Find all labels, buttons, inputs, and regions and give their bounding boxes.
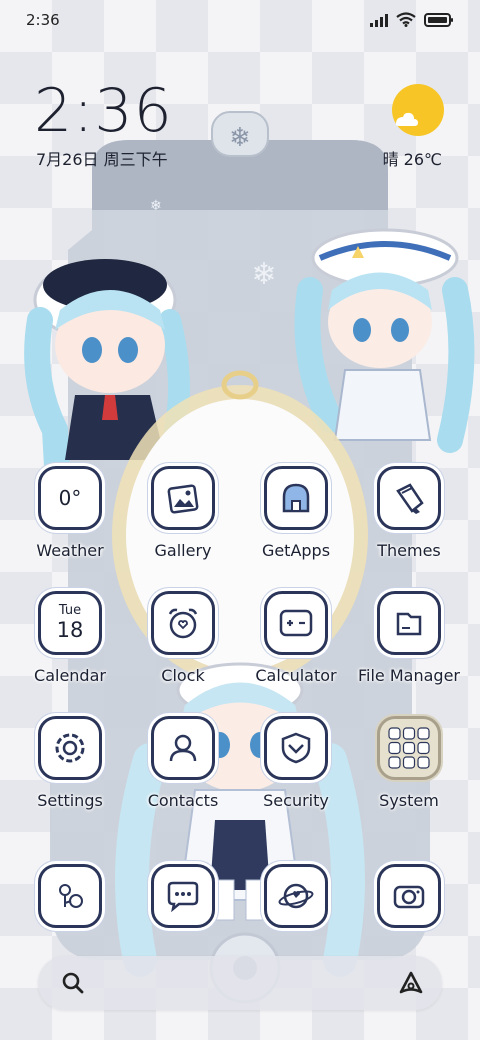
dock-phone[interactable] xyxy=(15,864,125,928)
sun-cloud-icon[interactable] xyxy=(392,84,444,136)
app-system-folder[interactable]: System xyxy=(354,716,464,810)
app-label: Contacts xyxy=(147,791,219,810)
app-weather[interactable]: 0° Weather xyxy=(15,466,125,560)
file-manager-icon[interactable] xyxy=(377,591,441,655)
flower-phone-glyph xyxy=(59,884,83,908)
phone-icon[interactable] xyxy=(38,864,102,928)
folder-grid-glyph xyxy=(388,727,430,769)
app-label: Clock xyxy=(161,666,205,685)
calculator-glyph xyxy=(279,609,313,637)
assistant-icon[interactable] xyxy=(398,970,424,996)
system-folder-icon[interactable] xyxy=(377,716,441,780)
settings-icon[interactable] xyxy=(38,716,102,780)
wifi-icon xyxy=(396,12,416,27)
folder-glyph xyxy=(396,612,422,636)
app-contacts[interactable]: Contacts xyxy=(128,716,238,810)
camera-icon[interactable] xyxy=(377,864,441,928)
app-settings[interactable]: Settings xyxy=(15,716,125,810)
brush-glyph xyxy=(396,483,424,514)
weather-icon-temp: 0° xyxy=(58,486,82,510)
status-time: 2:36 xyxy=(26,11,60,29)
calendar-day: Tue xyxy=(58,603,82,618)
gallery-glyph xyxy=(167,484,199,514)
getapps-glyph xyxy=(282,483,310,513)
app-label: System xyxy=(379,791,439,810)
calendar-date: 18 xyxy=(56,618,84,642)
messages-icon[interactable] xyxy=(151,864,215,928)
dock-camera[interactable] xyxy=(354,864,464,928)
app-label: GetApps xyxy=(261,541,331,560)
app-label: Settings xyxy=(37,791,103,810)
battery-icon xyxy=(424,12,453,27)
svg-text:❄: ❄ xyxy=(251,257,276,292)
app-gallery[interactable]: Gallery xyxy=(128,466,238,560)
calendar-icon[interactable]: Tue 18 xyxy=(38,591,102,655)
status-icons xyxy=(370,12,454,27)
app-calendar[interactable]: Tue 18 Calendar xyxy=(15,591,125,685)
app-file-manager[interactable]: File Manager xyxy=(354,591,464,685)
dock-messages[interactable] xyxy=(128,864,238,928)
svg-text:❄: ❄ xyxy=(229,123,251,153)
clock-widget-date[interactable]: 7月26日 周三下午 xyxy=(36,146,168,170)
app-label: Security xyxy=(263,791,329,810)
contacts-icon[interactable] xyxy=(151,716,215,780)
person-glyph xyxy=(169,734,197,762)
weather-icon[interactable]: 0° xyxy=(38,466,102,530)
weather-widget-text[interactable]: 晴 26℃ xyxy=(383,146,442,170)
app-label: Gallery xyxy=(154,541,212,560)
shield-glyph xyxy=(281,732,311,764)
app-label: Calculator xyxy=(255,666,337,685)
alarm-clock-glyph xyxy=(168,608,198,639)
search-icon[interactable] xyxy=(60,970,86,996)
clock-widget-time[interactable]: 2:36 xyxy=(34,76,173,146)
app-label: Themes xyxy=(377,541,441,560)
status-bar: 2:36 xyxy=(0,0,480,40)
app-clock[interactable]: Clock xyxy=(128,591,238,685)
security-icon[interactable] xyxy=(264,716,328,780)
dock-browser[interactable] xyxy=(241,864,351,928)
app-label: File Manager xyxy=(358,666,460,685)
getapps-icon[interactable] xyxy=(264,466,328,530)
chat-bubble-glyph xyxy=(167,881,199,912)
search-bar[interactable] xyxy=(38,956,442,1010)
camera-glyph xyxy=(393,885,425,909)
planet-heart-glyph xyxy=(278,883,314,909)
app-themes[interactable]: Themes xyxy=(354,466,464,560)
app-getapps[interactable]: GetApps xyxy=(241,466,351,560)
app-security[interactable]: Security xyxy=(241,716,351,810)
svg-text:❄: ❄ xyxy=(150,198,162,214)
clock-icon[interactable] xyxy=(151,591,215,655)
themes-icon[interactable] xyxy=(377,466,441,530)
app-label: Weather xyxy=(36,541,104,560)
signal-icon xyxy=(370,13,388,27)
browser-icon[interactable] xyxy=(264,864,328,928)
app-label: Calendar xyxy=(34,666,106,685)
app-calculator[interactable]: Calculator xyxy=(241,591,351,685)
gear-glyph xyxy=(55,733,85,763)
calculator-icon[interactable] xyxy=(264,591,328,655)
gallery-icon[interactable] xyxy=(151,466,215,530)
